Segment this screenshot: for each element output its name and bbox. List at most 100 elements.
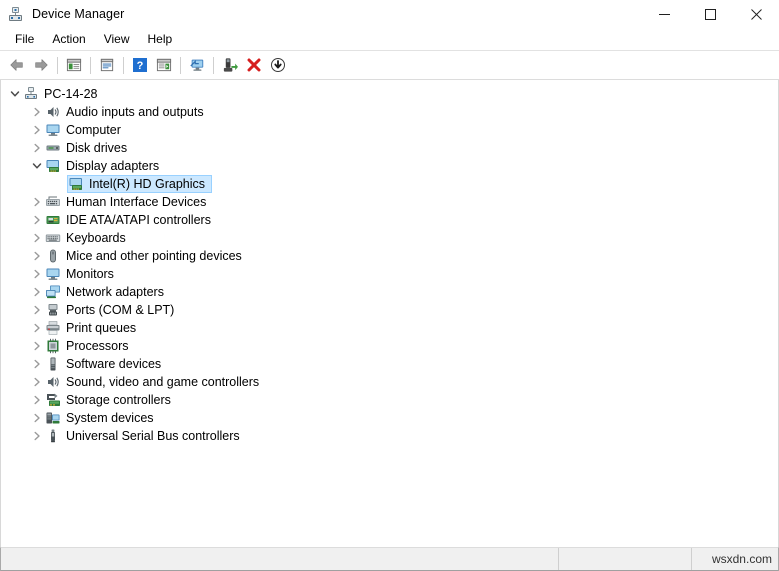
- tree-node-content[interactable]: Network adapters: [45, 283, 170, 301]
- system-device-icon: [45, 410, 61, 426]
- tree-node[interactable]: Software devices: [1, 355, 778, 373]
- toolbar-separator-3: [123, 56, 124, 74]
- toolbar-separator-2: [90, 56, 91, 74]
- chevron-right-icon[interactable]: [29, 337, 45, 355]
- forward-button[interactable]: [30, 54, 52, 76]
- tree-node[interactable]: Human Interface Devices: [1, 193, 778, 211]
- menu-item-action[interactable]: Action: [43, 30, 94, 49]
- tree-node-content[interactable]: Display adapters: [45, 157, 165, 175]
- tree-node-label: Monitors: [66, 267, 114, 281]
- tree-node-content[interactable]: Print queues: [45, 319, 142, 337]
- mouse-icon: [45, 248, 61, 264]
- help-button[interactable]: ?: [129, 54, 151, 76]
- minimize-button[interactable]: [641, 0, 687, 28]
- tree-node[interactable]: Print queues: [1, 319, 778, 337]
- tree-node-label: Computer: [66, 123, 121, 137]
- printer-icon: [45, 320, 61, 336]
- tree-node-content[interactable]: IDE ATA/ATAPI controllers: [45, 211, 217, 229]
- menu-item-help[interactable]: Help: [139, 30, 182, 49]
- chevron-down-icon[interactable]: [7, 85, 23, 103]
- chevron-down-icon[interactable]: [29, 157, 45, 175]
- watermark-text: wsxdn.com: [711, 552, 772, 566]
- device-tree-pane[interactable]: PC-14-28 Audio inputs and outputs Computer…: [0, 80, 779, 547]
- show-hide-console-tree-button[interactable]: [63, 54, 85, 76]
- chevron-right-icon[interactable]: [29, 229, 45, 247]
- tree-node-content[interactable]: Keyboards: [45, 229, 132, 247]
- tree-node[interactable]: Ports (COM & LPT): [1, 301, 778, 319]
- tree-node[interactable]: PC-14-28: [1, 85, 778, 103]
- svg-text:?: ?: [137, 60, 144, 72]
- tree-node[interactable]: Processors: [1, 337, 778, 355]
- scan-for-hardware-changes-button[interactable]: [186, 54, 208, 76]
- chevron-none-icon: [51, 175, 67, 193]
- chevron-right-icon[interactable]: [29, 409, 45, 427]
- tree-node[interactable]: Keyboards: [1, 229, 778, 247]
- device-manager-icon: [7, 6, 24, 23]
- chevron-right-icon[interactable]: [29, 301, 45, 319]
- maximize-button[interactable]: [687, 0, 733, 28]
- display-adapter-icon: [45, 158, 61, 174]
- tree-node[interactable]: Display adapters: [1, 157, 778, 175]
- tree-node[interactable]: IDE ATA/ATAPI controllers: [1, 211, 778, 229]
- tree-node-content[interactable]: System devices: [45, 409, 160, 427]
- chevron-right-icon[interactable]: [29, 211, 45, 229]
- uninstall-device-button[interactable]: [243, 54, 265, 76]
- disable-device-button[interactable]: [267, 54, 289, 76]
- tree-node-content[interactable]: Storage controllers: [45, 391, 177, 409]
- chevron-right-icon[interactable]: [29, 139, 45, 157]
- tree-node-content[interactable]: PC-14-28: [23, 85, 104, 103]
- menu-item-view[interactable]: View: [95, 30, 139, 49]
- back-button[interactable]: [6, 54, 28, 76]
- menu-item-file[interactable]: File: [6, 30, 43, 49]
- tree-node[interactable]: Audio inputs and outputs: [1, 103, 778, 121]
- properties-button[interactable]: [96, 54, 118, 76]
- tree-node-content[interactable]: Computer: [45, 121, 127, 139]
- update-driver-button[interactable]: [219, 54, 241, 76]
- tree-node-content[interactable]: Disk drives: [45, 139, 133, 157]
- tree-node-content[interactable]: Audio inputs and outputs: [45, 103, 210, 121]
- hid-icon: [45, 194, 61, 210]
- chevron-right-icon[interactable]: [29, 391, 45, 409]
- chevron-right-icon[interactable]: [29, 265, 45, 283]
- toolbar-separator-1: [57, 56, 58, 74]
- tree-node[interactable]: Disk drives: [1, 139, 778, 157]
- tree-node[interactable]: System devices: [1, 409, 778, 427]
- chevron-right-icon[interactable]: [29, 355, 45, 373]
- show-hide-action-pane-button[interactable]: [153, 54, 175, 76]
- tree-node-content[interactable]: Software devices: [45, 355, 167, 373]
- tree-node[interactable]: Computer: [1, 121, 778, 139]
- chevron-right-icon[interactable]: [29, 121, 45, 139]
- tree-node-content[interactable]: Ports (COM & LPT): [45, 301, 180, 319]
- speaker-icon: [45, 104, 61, 120]
- tree-node[interactable]: Network adapters: [1, 283, 778, 301]
- console-tree-icon: [66, 58, 82, 72]
- tree-node-content[interactable]: Universal Serial Bus controllers: [45, 427, 246, 445]
- chevron-right-icon[interactable]: [29, 373, 45, 391]
- chevron-right-icon[interactable]: [29, 247, 45, 265]
- close-button[interactable]: [733, 0, 779, 28]
- tree-node[interactable]: Storage controllers: [1, 391, 778, 409]
- tree-node-content[interactable]: Intel(R) HD Graphics: [67, 175, 212, 193]
- tree-node[interactable]: Monitors: [1, 265, 778, 283]
- chevron-right-icon[interactable]: [29, 319, 45, 337]
- tree-node-content[interactable]: Mice and other pointing devices: [45, 247, 248, 265]
- tree-node[interactable]: Mice and other pointing devices: [1, 247, 778, 265]
- tree-node[interactable]: Intel(R) HD Graphics: [1, 175, 778, 193]
- tree-node-label: Processors: [66, 339, 129, 353]
- tree-node[interactable]: Sound, video and game controllers: [1, 373, 778, 391]
- chevron-right-icon[interactable]: [29, 283, 45, 301]
- tree-node[interactable]: Universal Serial Bus controllers: [1, 427, 778, 445]
- tree-node-content[interactable]: Sound, video and game controllers: [45, 373, 265, 391]
- disk-drive-icon: [45, 140, 61, 156]
- chevron-right-icon[interactable]: [29, 103, 45, 121]
- tree-node-content[interactable]: Monitors: [45, 265, 120, 283]
- window-controls: [641, 0, 779, 28]
- toolbar-separator-5: [213, 56, 214, 74]
- chevron-right-icon[interactable]: [29, 193, 45, 211]
- properties-icon: [100, 58, 114, 72]
- action-pane-icon: [156, 58, 172, 72]
- tree-node-content[interactable]: Human Interface Devices: [45, 193, 212, 211]
- status-pane-secondary: [559, 548, 692, 570]
- tree-node-content[interactable]: Processors: [45, 337, 135, 355]
- chevron-right-icon[interactable]: [29, 427, 45, 445]
